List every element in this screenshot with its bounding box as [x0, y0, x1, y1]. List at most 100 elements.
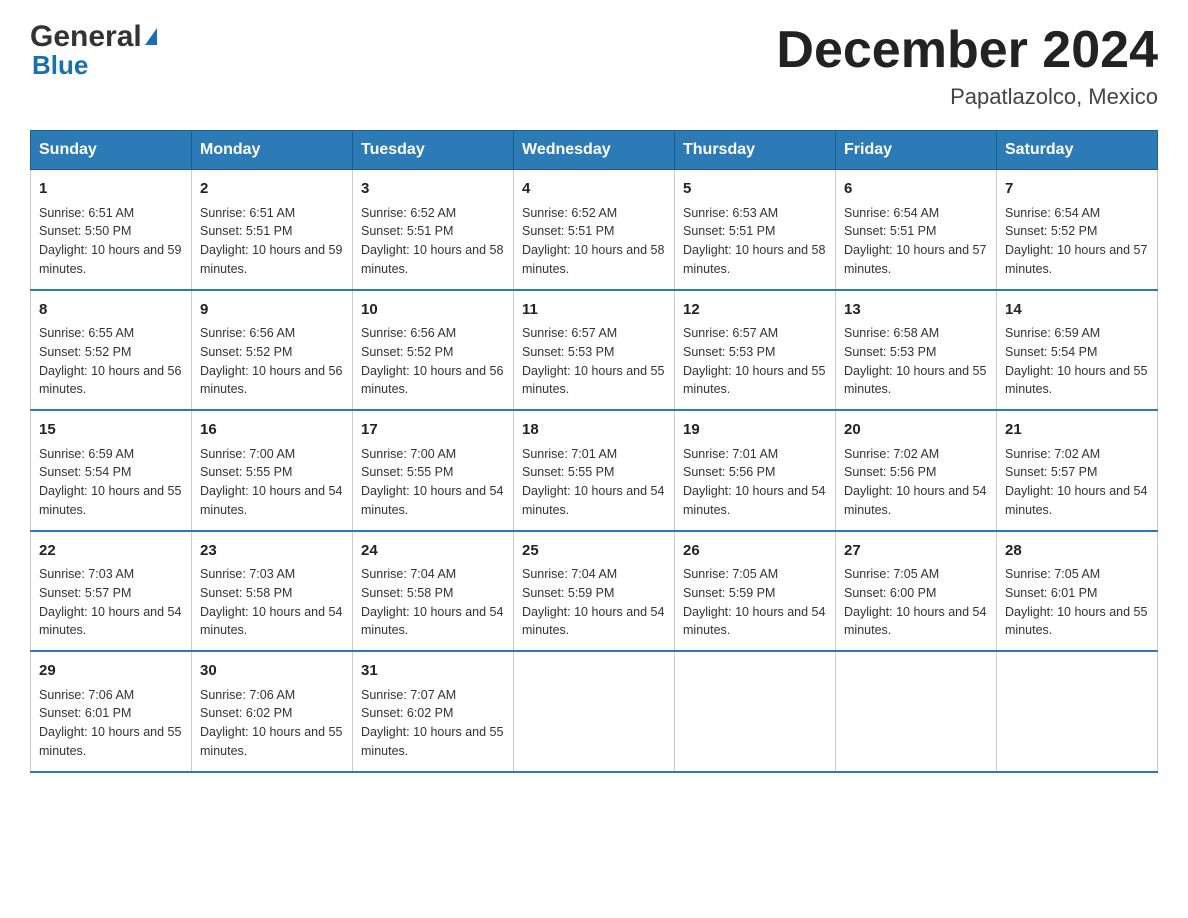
title-block: December 2024 Papatlazolco, Mexico [776, 20, 1158, 110]
sunrise-text: Sunrise: 7:03 AM [200, 567, 295, 581]
sunset-text: Sunset: 5:59 PM [522, 586, 614, 600]
calendar-cell: 13 Sunrise: 6:58 AM Sunset: 5:53 PM Dayl… [836, 290, 997, 411]
daylight-text: Daylight: 10 hours and 54 minutes. [200, 605, 342, 638]
weekday-header-wednesday: Wednesday [514, 131, 675, 170]
day-number: 3 [361, 178, 505, 201]
calendar-cell: 9 Sunrise: 6:56 AM Sunset: 5:52 PM Dayli… [192, 290, 353, 411]
daylight-text: Daylight: 10 hours and 59 minutes. [39, 243, 181, 276]
sunset-text: Sunset: 5:53 PM [844, 345, 936, 359]
day-number: 12 [683, 299, 827, 322]
sunrise-text: Sunrise: 6:51 AM [200, 206, 295, 220]
daylight-text: Daylight: 10 hours and 54 minutes. [683, 484, 825, 517]
sunset-text: Sunset: 5:58 PM [200, 586, 292, 600]
calendar-cell [675, 651, 836, 772]
week-row-2: 8 Sunrise: 6:55 AM Sunset: 5:52 PM Dayli… [31, 290, 1158, 411]
calendar-cell: 29 Sunrise: 7:06 AM Sunset: 6:01 PM Dayl… [31, 651, 192, 772]
sunset-text: Sunset: 5:54 PM [1005, 345, 1097, 359]
week-row-5: 29 Sunrise: 7:06 AM Sunset: 6:01 PM Dayl… [31, 651, 1158, 772]
day-number: 22 [39, 540, 183, 563]
calendar-cell: 15 Sunrise: 6:59 AM Sunset: 5:54 PM Dayl… [31, 410, 192, 531]
calendar-cell: 3 Sunrise: 6:52 AM Sunset: 5:51 PM Dayli… [353, 170, 514, 290]
day-number: 31 [361, 660, 505, 683]
sunset-text: Sunset: 5:55 PM [522, 465, 614, 479]
daylight-text: Daylight: 10 hours and 55 minutes. [1005, 364, 1147, 397]
sunrise-text: Sunrise: 6:58 AM [844, 326, 939, 340]
sunset-text: Sunset: 5:52 PM [39, 345, 131, 359]
day-number: 21 [1005, 419, 1149, 442]
sunrise-text: Sunrise: 6:59 AM [1005, 326, 1100, 340]
day-number: 16 [200, 419, 344, 442]
calendar-cell: 4 Sunrise: 6:52 AM Sunset: 5:51 PM Dayli… [514, 170, 675, 290]
day-number: 28 [1005, 540, 1149, 563]
daylight-text: Daylight: 10 hours and 55 minutes. [361, 725, 503, 758]
sunrise-text: Sunrise: 7:05 AM [683, 567, 778, 581]
sunrise-text: Sunrise: 7:03 AM [39, 567, 134, 581]
day-number: 26 [683, 540, 827, 563]
logo: General Blue [30, 20, 157, 81]
sunset-text: Sunset: 5:55 PM [200, 465, 292, 479]
calendar-cell: 27 Sunrise: 7:05 AM Sunset: 6:00 PM Dayl… [836, 531, 997, 652]
calendar-cell [836, 651, 997, 772]
weekday-header-saturday: Saturday [997, 131, 1158, 170]
daylight-text: Daylight: 10 hours and 59 minutes. [200, 243, 342, 276]
day-number: 29 [39, 660, 183, 683]
day-number: 9 [200, 299, 344, 322]
calendar-cell [997, 651, 1158, 772]
sunrise-text: Sunrise: 6:54 AM [844, 206, 939, 220]
day-number: 20 [844, 419, 988, 442]
calendar-cell [514, 651, 675, 772]
day-number: 13 [844, 299, 988, 322]
daylight-text: Daylight: 10 hours and 55 minutes. [1005, 605, 1147, 638]
daylight-text: Daylight: 10 hours and 57 minutes. [1005, 243, 1147, 276]
calendar-cell: 14 Sunrise: 6:59 AM Sunset: 5:54 PM Dayl… [997, 290, 1158, 411]
sunrise-text: Sunrise: 6:59 AM [39, 447, 134, 461]
day-number: 19 [683, 419, 827, 442]
calendar-cell: 19 Sunrise: 7:01 AM Sunset: 5:56 PM Dayl… [675, 410, 836, 531]
weekday-header-monday: Monday [192, 131, 353, 170]
daylight-text: Daylight: 10 hours and 56 minutes. [39, 364, 181, 397]
calendar-cell: 18 Sunrise: 7:01 AM Sunset: 5:55 PM Dayl… [514, 410, 675, 531]
sunset-text: Sunset: 5:58 PM [361, 586, 453, 600]
sunrise-text: Sunrise: 6:52 AM [522, 206, 617, 220]
daylight-text: Daylight: 10 hours and 55 minutes. [39, 725, 181, 758]
daylight-text: Daylight: 10 hours and 55 minutes. [522, 364, 664, 397]
week-row-1: 1 Sunrise: 6:51 AM Sunset: 5:50 PM Dayli… [31, 170, 1158, 290]
calendar-cell: 5 Sunrise: 6:53 AM Sunset: 5:51 PM Dayli… [675, 170, 836, 290]
sunset-text: Sunset: 5:51 PM [844, 224, 936, 238]
sunrise-text: Sunrise: 6:54 AM [1005, 206, 1100, 220]
calendar-cell: 21 Sunrise: 7:02 AM Sunset: 5:57 PM Dayl… [997, 410, 1158, 531]
daylight-text: Daylight: 10 hours and 54 minutes. [361, 605, 503, 638]
sunrise-text: Sunrise: 6:57 AM [522, 326, 617, 340]
page-header: General Blue December 2024 Papatlazolco,… [30, 20, 1158, 110]
sunrise-text: Sunrise: 7:05 AM [844, 567, 939, 581]
daylight-text: Daylight: 10 hours and 58 minutes. [683, 243, 825, 276]
sunrise-text: Sunrise: 7:06 AM [200, 688, 295, 702]
sunrise-text: Sunrise: 7:02 AM [844, 447, 939, 461]
daylight-text: Daylight: 10 hours and 54 minutes. [522, 605, 664, 638]
logo-blue: Blue [32, 50, 88, 81]
calendar-cell: 7 Sunrise: 6:54 AM Sunset: 5:52 PM Dayli… [997, 170, 1158, 290]
day-number: 27 [844, 540, 988, 563]
week-row-4: 22 Sunrise: 7:03 AM Sunset: 5:57 PM Dayl… [31, 531, 1158, 652]
calendar-cell: 23 Sunrise: 7:03 AM Sunset: 5:58 PM Dayl… [192, 531, 353, 652]
calendar-cell: 20 Sunrise: 7:02 AM Sunset: 5:56 PM Dayl… [836, 410, 997, 531]
sunset-text: Sunset: 5:54 PM [39, 465, 131, 479]
calendar-cell: 26 Sunrise: 7:05 AM Sunset: 5:59 PM Dayl… [675, 531, 836, 652]
sunset-text: Sunset: 5:51 PM [361, 224, 453, 238]
calendar-cell: 2 Sunrise: 6:51 AM Sunset: 5:51 PM Dayli… [192, 170, 353, 290]
sunrise-text: Sunrise: 6:57 AM [683, 326, 778, 340]
daylight-text: Daylight: 10 hours and 54 minutes. [844, 484, 986, 517]
calendar-title: December 2024 [776, 20, 1158, 80]
sunrise-text: Sunrise: 7:00 AM [361, 447, 456, 461]
day-number: 24 [361, 540, 505, 563]
sunrise-text: Sunrise: 7:04 AM [522, 567, 617, 581]
sunrise-text: Sunrise: 6:56 AM [200, 326, 295, 340]
sunset-text: Sunset: 6:02 PM [361, 706, 453, 720]
calendar-cell: 10 Sunrise: 6:56 AM Sunset: 5:52 PM Dayl… [353, 290, 514, 411]
sunrise-text: Sunrise: 6:55 AM [39, 326, 134, 340]
sunrise-text: Sunrise: 7:05 AM [1005, 567, 1100, 581]
daylight-text: Daylight: 10 hours and 58 minutes. [361, 243, 503, 276]
sunset-text: Sunset: 5:52 PM [1005, 224, 1097, 238]
sunrise-text: Sunrise: 7:02 AM [1005, 447, 1100, 461]
sunrise-text: Sunrise: 6:52 AM [361, 206, 456, 220]
